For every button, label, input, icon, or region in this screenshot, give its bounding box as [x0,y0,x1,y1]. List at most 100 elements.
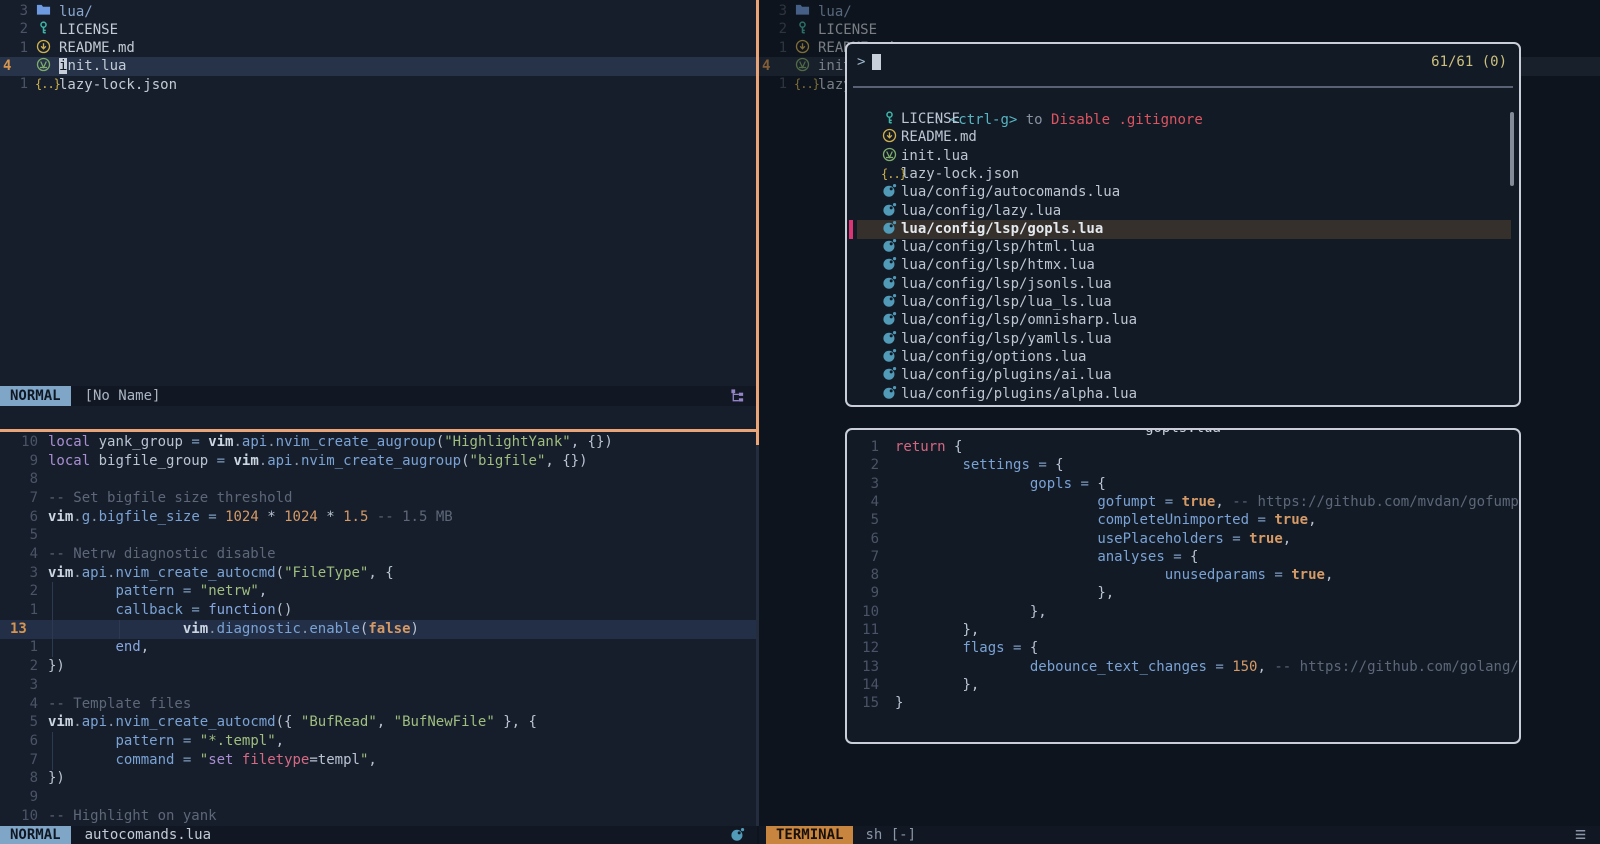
code-line[interactable]: 8}) [0,769,757,788]
picker-item[interactable]: lua/config/lazy.lua [847,202,1519,221]
window-separator-vertical[interactable] [756,445,759,826]
code-text: local yank_group = vim.api.nvim_create_a… [48,434,613,450]
mode-badge: NORMAL [0,386,71,406]
picker-item-label: lua/config/lsp/html.lua [901,238,1095,257]
buffer-name: autocomands.lua [85,827,211,843]
statusline-terminal: TERMINAL sh [-] [759,826,1600,844]
vim-icon [795,58,810,74]
line-number: 9 [0,452,38,471]
markdown-icon [36,40,51,56]
code-line[interactable]: 9 [0,788,757,807]
picker-item[interactable]: lua/config/plugins/alpha.lua [847,385,1519,404]
picker-item[interactable]: lua/config/plugins/ai.lua [847,366,1519,385]
code-text: command = "set filetype=templ", [48,752,377,768]
code-line[interactable]: 10-- Highlight on yank [0,807,757,826]
picker-item[interactable]: lua/config/lsp/gopls.lua [847,220,1519,239]
lua-icon [730,827,745,844]
fzf-picker-window: > 61/61 (0) :: <ctrl-g> to Disable .giti… [845,42,1521,407]
picker-item[interactable]: README.md [847,128,1519,147]
explorer-row[interactable]: 1{..}lazy-lock.json [0,75,757,94]
selection-bar [849,220,853,239]
code-line[interactable]: 13vim.diagnostic.enable(false) [0,620,757,639]
code-text: end, [48,639,149,655]
line-number: 10 [0,807,38,826]
preview-line: 1return { [847,438,1519,457]
preview-line: 3gopls = { [847,475,1519,494]
picker-item[interactable]: lua/config/lsp/lua_ls.lua [847,293,1519,312]
code-line[interactable]: 3 [0,676,757,695]
picker-item[interactable]: lua/config/lsp/omnisharp.lua [847,311,1519,330]
code-line[interactable]: 2pattern = "netrw", [0,582,757,601]
code-line[interactable]: 2}) [0,657,757,676]
statusline-explorer: NORMAL [No Name] [0,386,757,406]
picker-item[interactable]: lua/config/lsp/jsonls.lua [847,275,1519,294]
line-number: 8 [0,470,38,489]
lua-icon [882,349,897,365]
code-text: }) [48,770,65,786]
picker-item-label: lua/config/lsp/lua_ls.lua [901,293,1112,312]
picker-item-label: lua/config/autocomands.lua [901,183,1120,202]
picker-item[interactable]: LICENSE [847,110,1519,129]
line-number: 2 [759,20,787,39]
preview-line: 14}, [847,676,1519,695]
line-number: 8 [847,566,879,585]
code-line[interactable]: 9local bigfile_group = vim.api.nvim_crea… [0,452,757,471]
line-number: 6 [0,732,38,751]
explorer-row[interactable]: 2 LICENSE [759,20,1600,39]
lua-icon [882,257,897,273]
picker-item[interactable]: lua/config/lsp/yamlls.lua [847,330,1519,349]
line-number: 13 [0,620,38,639]
code-line[interactable]: 1end, [0,638,757,657]
code-line[interactable]: 7command = "set filetype=templ", [0,751,757,770]
picker-prompt[interactable]: > 61/61 (0) [857,52,1509,72]
code-line[interactable]: 10 local yank_group = vim.api.nvim_create… [0,433,757,452]
window-separator-horizontal[interactable] [0,429,759,432]
folder-icon [795,3,810,19]
code-line[interactable]: 5 [0,526,757,545]
file-name: lua/ [818,4,852,20]
picker-item-label: lazy-lock.json [901,165,1019,184]
code-line[interactable]: 4-- Template files [0,695,757,714]
line-number: 10 [0,433,38,452]
json-icon: {..} [35,76,60,92]
explorer-row[interactable]: 2LICENSE [0,20,757,39]
license-icon [36,21,51,37]
picker-item[interactable]: lua/config/lsp/html.lua [847,238,1519,257]
explorer-row[interactable]: 3lua/ [0,2,757,21]
left-pane: 3lua/2LICENSE1README.md4init.lua1{..}laz… [0,0,757,844]
picker-item[interactable]: init.lua [847,147,1519,166]
line-number: 4 [0,57,28,76]
code-line[interactable]: 1callback = function() [0,601,757,620]
line-number: 1 [0,75,28,94]
line-number: 9 [0,788,38,807]
picker-item[interactable]: lua/config/lsp/htmx.lua [847,256,1519,275]
line-number: 3 [759,2,787,21]
picker-scrollbar[interactable] [1510,112,1514,186]
code-line[interactable]: 8 [0,470,757,489]
lua-icon [882,386,897,402]
code-line[interactable]: 4-- Netrw diagnostic disable [0,545,757,564]
file-name: LICENSE [818,22,877,38]
list-icon [1573,827,1588,844]
preview-line: 8unusedparams = true, [847,566,1519,585]
picker-item[interactable]: lua/config/options.lua [847,348,1519,367]
line-number: 7 [847,548,879,567]
code-line[interactable]: 6vim.g.bigfile_size = 1024 * 1024 * 1.5 … [0,508,757,527]
lua-icon [882,276,897,292]
explorer-row[interactable]: 1README.md [0,39,757,58]
picker-item-label: lua/config/plugins/ai.lua [901,366,1112,385]
line-number: 4 [0,545,38,564]
window-separator-vertical-active[interactable] [756,0,759,445]
picker-item[interactable]: {..}lazy-lock.json [847,165,1519,184]
code-line[interactable]: 5vim.api.nvim_create_autocmd({ "BufRead"… [0,713,757,732]
lua-icon [882,294,897,310]
line-number: 10 [847,603,879,622]
code-line[interactable]: 6pattern = "*.templ", [0,732,757,751]
code-line[interactable]: 7-- Set bigfile size threshold [0,489,757,508]
statusline-code: NORMAL autocomands.lua [0,826,757,844]
explorer-row[interactable]: 4init.lua [0,57,757,76]
picker-item[interactable]: lua/config/autocomands.lua [847,183,1519,202]
code-line[interactable]: 3vim.api.nvim_create_autocmd("FileType",… [0,564,757,583]
picker-item-label: lua/config/plugins/alpha.lua [901,385,1137,404]
explorer-row[interactable]: 3 lua/ [759,2,1600,21]
